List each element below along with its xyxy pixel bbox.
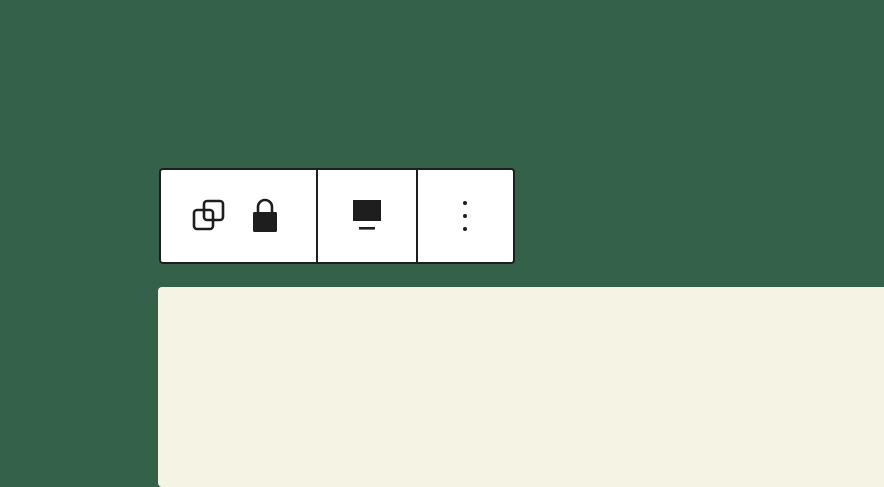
more-options-button[interactable] <box>453 198 477 234</box>
duplicate-icon <box>192 199 225 231</box>
desktop-visibility-button[interactable] <box>351 198 383 234</box>
more-vertical-icon <box>463 201 468 231</box>
content-block-panel[interactable] <box>158 287 884 487</box>
duplicate-button[interactable] <box>191 198 227 234</box>
toolbar-group-options <box>415 170 513 262</box>
toolbar-group-visibility <box>316 170 415 262</box>
lock-button[interactable] <box>249 196 281 236</box>
block-toolbar <box>159 168 515 264</box>
lock-icon <box>253 198 277 232</box>
desktop-icon <box>352 200 381 230</box>
editor-canvas <box>0 0 884 487</box>
toolbar-group-block-actions <box>161 170 316 262</box>
